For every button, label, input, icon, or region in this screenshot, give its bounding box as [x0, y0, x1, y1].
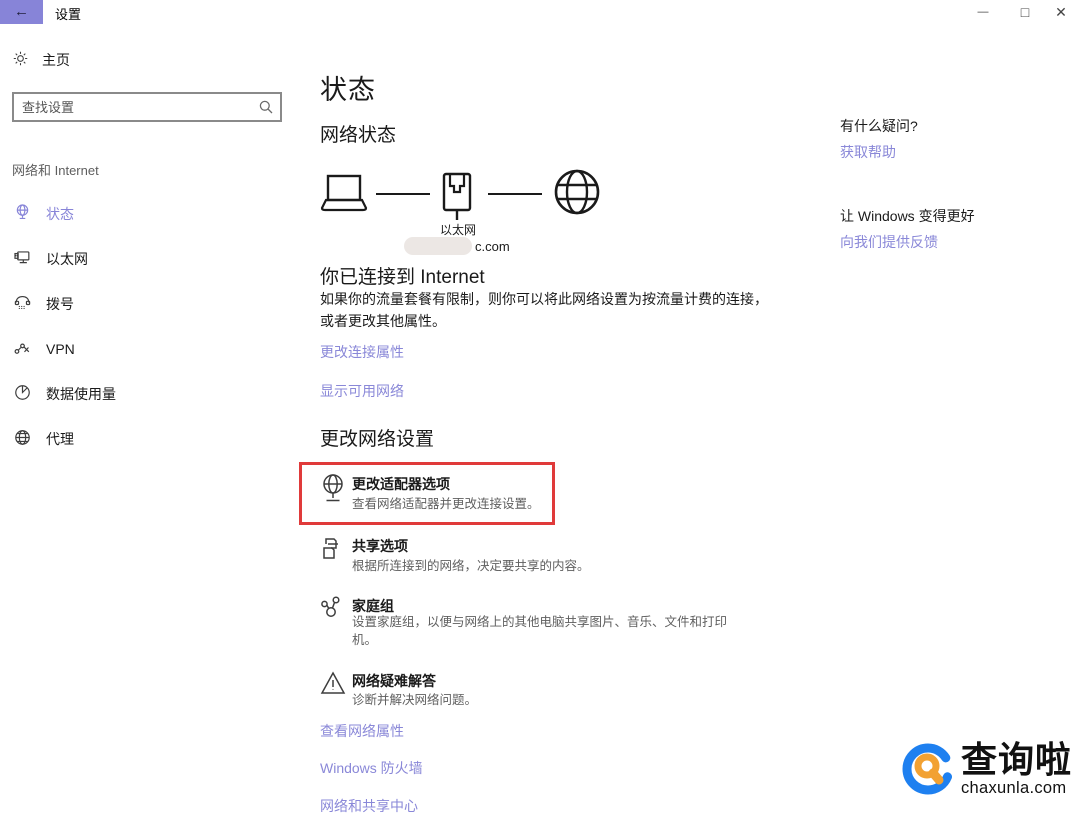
sidebar-item-ethernet[interactable]: 以太网 — [0, 241, 290, 277]
show-available-networks-link[interactable]: 显示可用网络 — [320, 381, 404, 401]
search-input[interactable] — [22, 94, 247, 120]
change-connection-properties-link[interactable]: 更改连接属性 — [320, 342, 404, 362]
dialup-phone-icon — [13, 293, 32, 315]
status-globe-icon — [13, 203, 32, 225]
minimize-button[interactable]: — — [966, 0, 1000, 26]
sidebar-item-label: 数据使用量 — [46, 386, 116, 402]
settings-sidebar: 主页 网络和 Internet 状态 以太网 — [0, 24, 305, 801]
sidebar-section-label: 网络和 Internet — [12, 163, 99, 178]
help-question-heading: 有什么疑问? — [840, 118, 918, 134]
connection-heading: 你已连接到 Internet — [320, 267, 485, 288]
view-network-properties-link[interactable]: 查看网络属性 — [320, 721, 404, 741]
maximize-button[interactable]: □ — [1008, 0, 1042, 26]
get-help-link[interactable]: 获取帮助 — [840, 142, 896, 162]
sharing-options-icon — [320, 535, 346, 568]
improve-windows-heading: 让 Windows 变得更好 — [840, 208, 975, 224]
diagram-connector-line — [376, 193, 430, 195]
search-icon[interactable] — [258, 99, 274, 120]
sidebar-item-home[interactable]: 主页 — [12, 50, 70, 70]
sidebar-item-vpn[interactable]: VPN — [0, 331, 290, 367]
search-box — [12, 92, 282, 122]
pie-chart-icon — [13, 383, 32, 405]
domain-suffix: c.com — [475, 238, 510, 254]
internet-globe-icon — [552, 167, 602, 222]
adapter-options-desc: 查看网络适配器并更改连接设置。 — [352, 497, 540, 511]
change-network-settings-heading: 更改网络设置 — [320, 429, 435, 450]
chaxunla-logo-icon — [901, 742, 959, 805]
vpn-icon — [13, 338, 32, 360]
connection-description: 如果你的流量套餐有限制，则你可以将此网络设置为按流量计费的连接，或者更改其他属性… — [320, 291, 768, 329]
back-button[interactable]: ← — [0, 0, 43, 24]
sidebar-item-dialup[interactable]: 拨号 — [0, 286, 290, 322]
censor-blur — [408, 219, 438, 235]
adapter-options-item[interactable]: 更改适配器选项 — [352, 474, 450, 494]
watermark-domain: chaxunla.com — [961, 779, 1067, 797]
network-status-heading: 网络状态 — [320, 125, 397, 146]
sidebar-item-label: 状态 — [46, 206, 74, 222]
watermark-name: 查询啦 — [961, 740, 1073, 780]
ethernet-icon — [13, 248, 32, 270]
chaxunla-watermark: 查询啦 chaxunla.com — [901, 742, 1079, 800]
page-title: 状态 — [320, 75, 376, 105]
sidebar-item-label: VPN — [46, 341, 75, 357]
window-title: 设置 — [55, 7, 82, 22]
homegroup-desc: 设置家庭组，以便与网络上的其他电脑共享图片、音乐、文件和打印机。 — [352, 615, 728, 647]
gear-icon — [12, 50, 29, 70]
sharing-options-desc: 根据所连接到的网络，决定要共享的内容。 — [352, 559, 590, 573]
sidebar-item-label: 拨号 — [46, 296, 74, 312]
sidebar-item-label: 以太网 — [46, 251, 88, 267]
windows-firewall-link[interactable]: Windows 防火墙 — [320, 758, 423, 778]
sidebar-item-status[interactable]: 状态 — [0, 196, 290, 232]
diagram-connector-line — [488, 193, 542, 195]
network-domain-label: c.com — [404, 237, 510, 255]
sidebar-item-proxy[interactable]: 代理 — [0, 421, 290, 457]
feedback-link[interactable]: 向我们提供反馈 — [840, 232, 938, 252]
network-sharing-center-link[interactable]: 网络和共享中心 — [320, 796, 418, 816]
network-troubleshooter-desc: 诊断并解决网络问题。 — [352, 693, 478, 707]
sharing-options-item[interactable]: 共享选项 — [352, 536, 408, 556]
close-button[interactable]: ✕ — [1044, 0, 1078, 26]
proxy-globe-icon — [13, 428, 32, 450]
homegroup-item[interactable]: 家庭组 — [352, 596, 394, 616]
adapter-options-icon — [320, 473, 346, 510]
sidebar-item-label: 代理 — [46, 431, 74, 447]
title-bar: ← 设置 — □ ✕ — [0, 0, 1080, 24]
sidebar-home-label: 主页 — [42, 52, 70, 68]
homegroup-icon — [320, 595, 346, 630]
censor-blur — [404, 237, 472, 255]
laptop-icon — [318, 172, 370, 221]
network-troubleshooter-item[interactable]: 网络疑难解答 — [352, 671, 436, 691]
warning-triangle-icon — [320, 670, 346, 701]
watermark-text: 查询啦 chaxunla.com — [961, 742, 1072, 798]
sidebar-item-data-usage[interactable]: 数据使用量 — [0, 376, 290, 412]
